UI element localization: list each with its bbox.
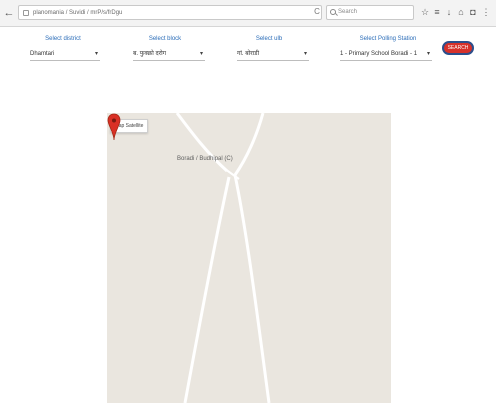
menu-icon[interactable]: ⋮ bbox=[481, 6, 491, 18]
map-view[interactable]: Map Satellite Boradi / Budhipal (C) bbox=[107, 113, 391, 403]
chevron-down-icon: ▾ bbox=[303, 51, 307, 57]
search-placeholder: Search bbox=[338, 9, 358, 15]
ulb-label: Select ulb bbox=[255, 36, 283, 42]
star-icon[interactable]: ☆ bbox=[420, 6, 430, 18]
reload-icon[interactable]: C bbox=[312, 7, 322, 17]
back-arrow-icon[interactable]: ← bbox=[3, 7, 15, 19]
browser-toolbar: ← planomania / Suvidi / mrP/s/frDgu C Se… bbox=[0, 0, 496, 27]
search-icon bbox=[330, 9, 336, 15]
road bbox=[175, 113, 229, 173]
polling-station-value: 1 - Primary School Boradi - 1 bbox=[340, 51, 418, 57]
road bbox=[233, 174, 271, 403]
lock-icon bbox=[23, 10, 29, 16]
chevron-down-icon: ▾ bbox=[199, 51, 203, 57]
url-bar[interactable]: planomania / Suvidi / mrP/s/frDgu bbox=[18, 5, 322, 20]
download-icon[interactable]: ↓ bbox=[444, 6, 454, 18]
browser-search-input[interactable]: Search bbox=[326, 5, 414, 20]
map-marker-icon[interactable] bbox=[107, 113, 121, 141]
ulb-select[interactable]: गां. बोराडी ▾ bbox=[237, 47, 309, 61]
polling-station-label: Select Polling Station bbox=[359, 36, 417, 42]
block-label: Select block bbox=[148, 36, 182, 42]
place-label: Boradi / Budhipal (C) bbox=[177, 156, 233, 162]
chevron-down-icon: ▾ bbox=[94, 51, 98, 57]
ulb-value: गां. बोराडी bbox=[237, 51, 260, 57]
url-text: planomania / Suvidi / mrP/s/frDgu bbox=[33, 10, 123, 16]
list-icon[interactable]: ≡ bbox=[432, 6, 442, 18]
map-roads bbox=[175, 113, 271, 403]
filter-bar: Select district Dhamtari ▾ Select block … bbox=[0, 34, 496, 74]
chevron-down-icon: ▾ bbox=[426, 51, 430, 57]
district-label: Select district bbox=[45, 36, 81, 42]
block-select[interactable]: ब. फुक्क्रो दरोग ▾ bbox=[133, 47, 205, 61]
pocket-icon[interactable]: ◘ bbox=[468, 6, 478, 18]
district-select[interactable]: Dhamtari ▾ bbox=[30, 47, 100, 61]
home-icon[interactable]: ⌂ bbox=[456, 6, 466, 18]
search-button[interactable]: SEARCH bbox=[442, 41, 474, 55]
district-value: Dhamtari bbox=[30, 51, 55, 57]
road bbox=[183, 176, 231, 403]
block-value: ब. फुक्क्रो दरोग bbox=[133, 51, 167, 57]
road bbox=[233, 113, 265, 176]
polling-station-select[interactable]: 1 - Primary School Boradi - 1 ▾ bbox=[340, 47, 432, 61]
